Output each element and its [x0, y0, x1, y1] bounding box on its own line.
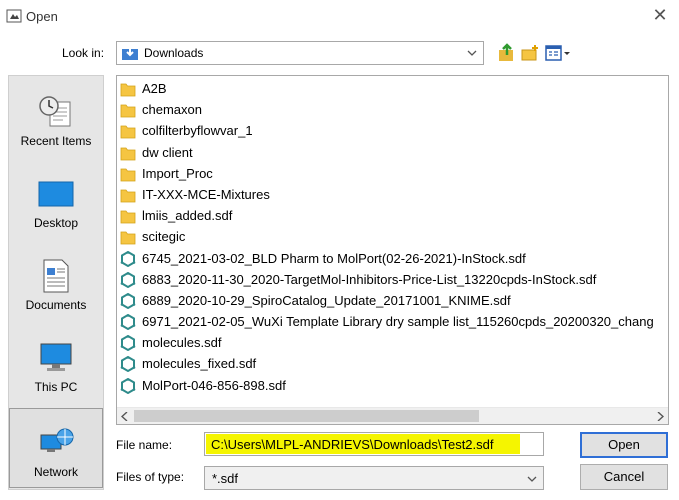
file-name: Import_Proc — [142, 165, 213, 181]
folder-icon — [120, 125, 136, 139]
sdf-file-icon — [120, 292, 136, 309]
place-label: Network — [33, 465, 78, 479]
file-name: lmiis_added.sdf — [142, 208, 233, 224]
sdf-file-icon — [120, 271, 136, 288]
place-network[interactable]: Network — [9, 408, 103, 488]
file-name: 6889_2020-10-29_SpiroCatalog_Update_2017… — [142, 292, 511, 308]
chevron-down-icon[interactable] — [527, 474, 537, 484]
file-name: 6971_2021-02-05_WuXi Template Library dr… — [142, 314, 654, 330]
look-in-value: Downloads — [144, 46, 204, 60]
file-name: A2B — [142, 81, 167, 96]
new-folder-icon[interactable] — [520, 43, 540, 63]
cancel-button[interactable]: Cancel — [580, 464, 668, 490]
place-recent-items[interactable]: Recent Items — [9, 78, 103, 158]
file-name-value: C:\Users\MLPL-ANDRIEVS\Downloads\Test2.s… — [211, 437, 494, 452]
file-name: chemaxon — [142, 102, 202, 118]
place-documents[interactable]: Documents — [9, 242, 103, 322]
up-one-level-icon[interactable] — [497, 43, 517, 63]
sdf-file-icon — [120, 335, 136, 352]
file-name: colfilterbyflowvar_1 — [142, 123, 253, 139]
place-label: Documents — [25, 298, 87, 312]
view-menu-icon[interactable] — [544, 43, 572, 63]
sdf-file-icon — [120, 250, 136, 267]
sdf-file-icon — [120, 356, 136, 373]
file-name: scitegic — [142, 229, 186, 245]
close-button[interactable]: ✕ — [651, 6, 669, 24]
sdf-file-icon — [120, 314, 136, 331]
file-name-input[interactable]: C:\Users\MLPL-ANDRIEVS\Downloads\Test2.s… — [204, 432, 544, 456]
chevron-down-icon[interactable] — [467, 48, 477, 58]
place-label: This PC — [34, 380, 78, 394]
java-app-icon — [6, 9, 22, 23]
this-pc-icon — [40, 343, 72, 371]
place-label: Desktop — [33, 216, 79, 230]
files-of-type-value: *.sdf — [212, 471, 239, 486]
file-name: 6883_2020-11-30_2020-TargetMol-Inhibitor… — [142, 271, 597, 287]
folder-icon — [120, 83, 136, 97]
documents-icon — [43, 259, 69, 293]
file-name: molecules_fixed.sdf — [142, 356, 257, 372]
scroll-left-icon[interactable] — [121, 412, 129, 421]
look-in-combo[interactable]: Downloads — [116, 41, 484, 65]
files-of-type-label: Files of type: — [116, 470, 185, 484]
title-bar: Open ✕ — [0, 0, 679, 32]
folder-icon — [120, 189, 136, 203]
desktop-icon — [38, 181, 74, 207]
folder-icon — [120, 104, 136, 118]
place-this-pc[interactable]: This PC — [9, 324, 103, 404]
file-name: dw client — [142, 144, 193, 160]
file-name-label: File name: — [116, 438, 173, 452]
file-name: MolPort-046-856-898.sdf — [142, 377, 286, 393]
file-name: IT-XXX-MCE-Mixtures — [142, 186, 270, 202]
scroll-right-icon[interactable] — [656, 412, 664, 421]
folder-icon — [120, 231, 136, 245]
file-name: molecules.sdf — [142, 335, 222, 351]
folder-icon — [120, 147, 136, 160]
place-desktop[interactable]: Desktop — [9, 160, 103, 240]
scrollbar-thumb[interactable] — [134, 410, 479, 422]
files-of-type-combo[interactable]: *.sdf — [204, 466, 544, 490]
sdf-file-icon — [120, 377, 136, 394]
open-button[interactable]: Open — [580, 432, 668, 458]
folder-icon — [120, 168, 136, 182]
horizontal-scrollbar[interactable] — [117, 407, 668, 424]
folder-icon — [120, 210, 136, 224]
place-label: Recent Items — [20, 134, 92, 148]
places-bar: Recent Items Desktop Documents This PC N… — [8, 75, 104, 490]
network-icon — [40, 428, 74, 452]
recent-items-icon — [39, 96, 71, 127]
window-title: Open — [26, 9, 58, 24]
downloads-folder-icon — [122, 48, 138, 60]
look-in-label: Look in: — [62, 46, 105, 60]
file-name: 6745_2021-03-02_BLD Pharm to MolPort(02-… — [142, 250, 526, 266]
file-list[interactable]: A2B chemaxon colfilterbyflowvar_1dw client… — [116, 75, 669, 425]
